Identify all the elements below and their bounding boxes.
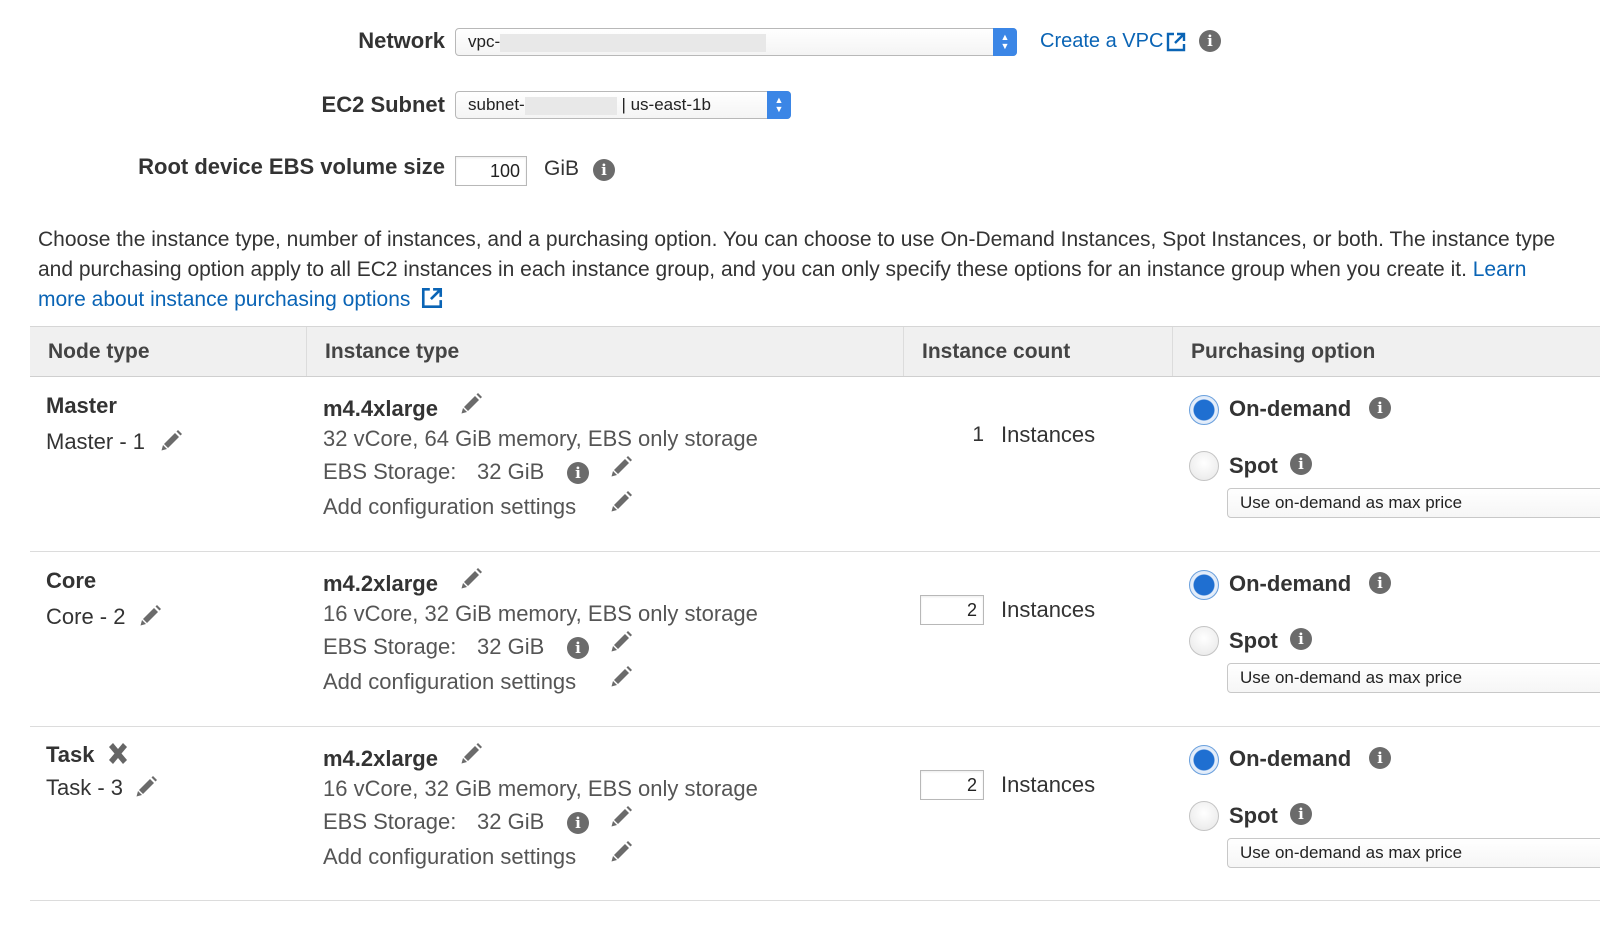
info-icon[interactable]: i bbox=[567, 637, 589, 659]
on-demand-radio[interactable] bbox=[1189, 570, 1219, 600]
instance-spec: 32 vCore, 64 GiB memory, EBS only storag… bbox=[323, 426, 758, 451]
ebs-storage-label: EBS Storage: bbox=[323, 459, 457, 484]
node-type-name: Task bbox=[46, 742, 95, 767]
info-icon[interactable]: i bbox=[1290, 628, 1312, 650]
ebs-storage-label: EBS Storage: bbox=[323, 634, 457, 659]
spot-radio[interactable] bbox=[1189, 801, 1219, 831]
add-configuration-settings[interactable]: Add configuration settings bbox=[323, 844, 576, 870]
instance-count-unit: Instances bbox=[1001, 422, 1096, 447]
instance-count-input[interactable] bbox=[920, 595, 984, 625]
redacted-value bbox=[500, 33, 767, 52]
on-demand-label: On-demand bbox=[1229, 396, 1352, 421]
pencil-icon[interactable] bbox=[609, 663, 635, 689]
info-icon[interactable]: i bbox=[1369, 747, 1391, 769]
select-arrow-icon: ▲ ▼ bbox=[767, 91, 791, 119]
on-demand-label: On-demand bbox=[1229, 746, 1352, 771]
ec2-subnet-select[interactable]: subnet- | us-east-1b ▲ ▼ bbox=[455, 91, 791, 119]
column-header-instance-count: Instance count bbox=[922, 340, 1071, 363]
spot-label: Spot bbox=[1229, 803, 1278, 828]
row-divider bbox=[30, 551, 1600, 552]
instance-groups-table-header: Node type Instance type Instance count P… bbox=[30, 326, 1600, 377]
spot-radio[interactable] bbox=[1189, 626, 1219, 656]
external-link-icon[interactable] bbox=[420, 286, 444, 310]
subnet-prefix: subnet- bbox=[468, 95, 525, 114]
add-configuration-settings[interactable]: Add configuration settings bbox=[323, 669, 576, 695]
instance-count-value: 1 bbox=[972, 423, 984, 446]
ebs-storage-value: 32 GiB bbox=[477, 634, 545, 659]
row-divider bbox=[30, 900, 1600, 901]
add-configuration-settings[interactable]: Add configuration settings bbox=[323, 494, 576, 520]
subnet-zone: | us-east-1b bbox=[621, 95, 711, 114]
node-group-name: Master - 1 bbox=[46, 429, 146, 454]
on-demand-radio[interactable] bbox=[1189, 745, 1219, 775]
external-link-icon[interactable] bbox=[1165, 31, 1187, 53]
pencil-icon[interactable] bbox=[609, 838, 635, 864]
select-arrow-icon: ▲ ▼ bbox=[993, 28, 1017, 56]
row-divider bbox=[30, 726, 1600, 727]
instance-count-input[interactable] bbox=[920, 770, 984, 800]
redacted-value bbox=[524, 96, 617, 115]
info-icon[interactable]: i bbox=[1369, 397, 1391, 419]
ebs-storage-label: EBS Storage: bbox=[323, 809, 457, 834]
column-header-purchasing-option: Purchasing option bbox=[1191, 340, 1376, 363]
max-price-select[interactable]: Use on-demand as max price bbox=[1227, 838, 1600, 868]
root-volume-input[interactable] bbox=[455, 156, 527, 186]
on-demand-label: On-demand bbox=[1229, 571, 1352, 596]
network-label: Network bbox=[358, 28, 445, 53]
spot-radio[interactable] bbox=[1189, 451, 1219, 481]
instance-spec: 16 vCore, 32 GiB memory, EBS only storag… bbox=[323, 776, 758, 801]
pencil-icon[interactable] bbox=[459, 565, 485, 591]
ebs-storage-value: 32 GiB bbox=[477, 809, 545, 834]
pencil-icon[interactable] bbox=[459, 740, 485, 766]
description-text: Choose the instance type, number of inst… bbox=[38, 228, 1556, 281]
spot-label: Spot bbox=[1229, 628, 1278, 653]
create-vpc-link[interactable]: Create a VPC bbox=[1040, 30, 1163, 53]
instance-type-name: m4.4xlarge bbox=[323, 396, 438, 421]
pencil-icon[interactable] bbox=[609, 488, 635, 514]
pencil-icon[interactable] bbox=[609, 803, 635, 829]
pencil-icon[interactable] bbox=[134, 773, 160, 799]
instance-count-unit: Instances bbox=[1001, 597, 1096, 622]
info-icon[interactable]: i bbox=[1369, 572, 1391, 594]
info-icon[interactable]: i bbox=[1199, 30, 1221, 52]
pencil-icon[interactable] bbox=[609, 453, 635, 479]
instance-type-name: m4.2xlarge bbox=[323, 746, 438, 771]
pencil-icon[interactable] bbox=[138, 602, 164, 628]
node-type-name: Master bbox=[46, 393, 117, 418]
instance-type-name: m4.2xlarge bbox=[323, 571, 438, 596]
info-icon[interactable]: i bbox=[593, 159, 615, 181]
pencil-icon[interactable] bbox=[609, 628, 635, 654]
root-volume-unit: GiB bbox=[544, 157, 580, 180]
column-header-instance-type: Instance type bbox=[325, 340, 460, 363]
instance-spec: 16 vCore, 32 GiB memory, EBS only storag… bbox=[323, 601, 758, 626]
ebs-storage-value: 32 GiB bbox=[477, 459, 545, 484]
max-price-select[interactable]: Use on-demand as max price bbox=[1227, 488, 1600, 518]
instance-description: Choose the instance type, number of inst… bbox=[38, 225, 1578, 315]
info-icon[interactable]: i bbox=[1290, 453, 1312, 475]
network-value: vpc- bbox=[468, 32, 501, 51]
node-group-name: Task - 3 bbox=[46, 775, 124, 800]
network-select[interactable]: vpc- ▲ ▼ bbox=[455, 28, 1017, 56]
info-icon[interactable]: i bbox=[567, 462, 589, 484]
column-header-node-type: Node type bbox=[48, 340, 150, 363]
node-group-name: Core - 2 bbox=[46, 604, 126, 629]
on-demand-radio[interactable] bbox=[1189, 395, 1219, 425]
max-price-select[interactable]: Use on-demand as max price bbox=[1227, 663, 1600, 693]
remove-icon[interactable] bbox=[104, 740, 132, 768]
info-icon[interactable]: i bbox=[1290, 803, 1312, 825]
node-type-name: Core bbox=[46, 568, 97, 593]
ec2-subnet-label: EC2 Subnet bbox=[321, 92, 445, 117]
root-volume-label: Root device EBS volume size bbox=[138, 154, 445, 179]
instance-count-unit: Instances bbox=[1001, 772, 1096, 797]
info-icon[interactable]: i bbox=[567, 812, 589, 834]
pencil-icon[interactable] bbox=[159, 427, 185, 453]
spot-label: Spot bbox=[1229, 453, 1278, 478]
pencil-icon[interactable] bbox=[459, 390, 485, 416]
